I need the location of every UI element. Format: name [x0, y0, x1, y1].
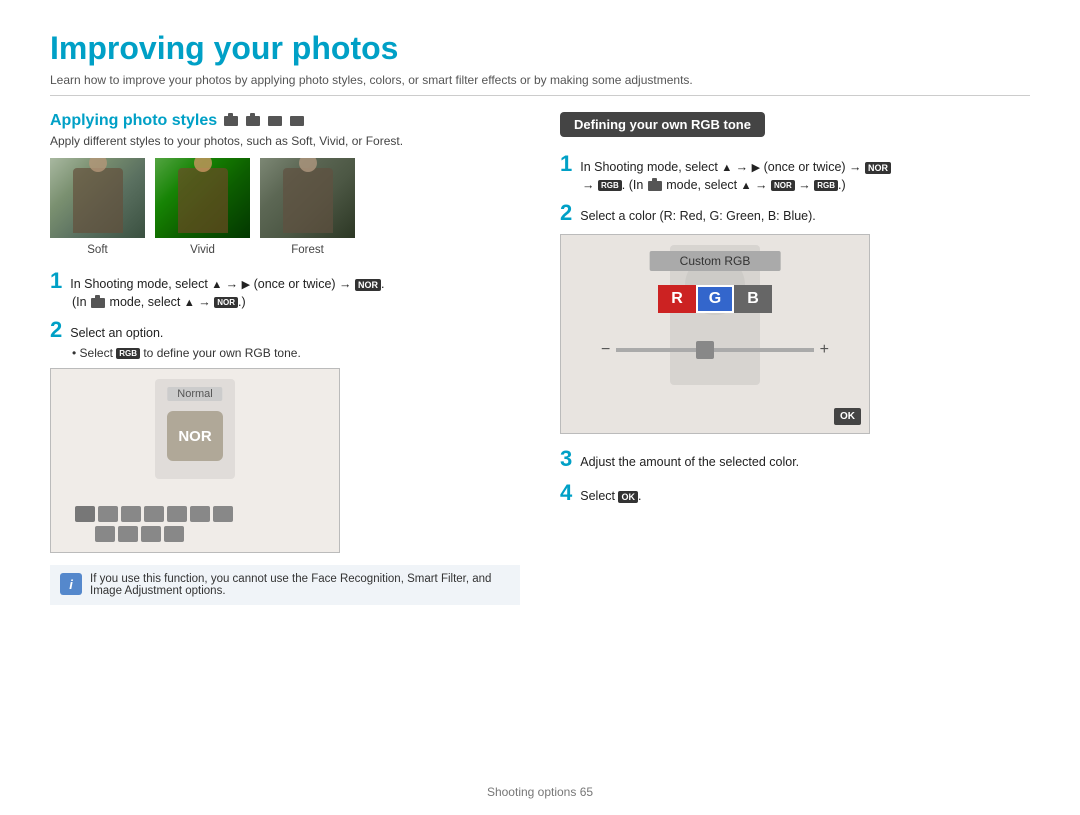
rgb-btn-g[interactable]: G [696, 285, 734, 313]
tray-btn-r3[interactable] [141, 526, 161, 542]
note-text: If you use this function, you cannot use… [90, 573, 510, 597]
step-num-r3: 3 [560, 446, 572, 472]
photo-vivid [155, 158, 250, 238]
tray-back-btn[interactable] [75, 506, 95, 522]
rgb-title-bar: Custom RGB [650, 251, 781, 271]
slider-plus[interactable]: + [820, 341, 829, 359]
rgb-icon-r1: RGB [598, 180, 622, 191]
rgb-icon-r2: RGB [814, 180, 838, 191]
step-num-1: 1 [50, 268, 62, 294]
tray-btn-3[interactable] [144, 506, 164, 522]
tray-btn-r2[interactable] [118, 526, 138, 542]
ok-icon-inline: OK [618, 491, 638, 503]
left-column: Applying photo styles Apply different st… [50, 112, 520, 605]
rgb-header-badge: Defining your own RGB tone [560, 112, 765, 137]
step1r-text: In Shooting mode, select ▲ → ▶ (once or … [580, 160, 891, 174]
cam-icon-inline [91, 298, 105, 308]
note-icon: i [60, 573, 82, 595]
rgb-screen-mockup: Custom RGB R G B − + OK [560, 234, 870, 434]
camera-icon-1 [224, 116, 238, 126]
rgb-slider-thumb[interactable] [696, 341, 714, 359]
step2r-text: Select a color (R: Red, G: Green, B: Blu… [580, 209, 816, 223]
section-title-left: Applying photo styles [50, 112, 520, 130]
step-num-r2: 2 [560, 200, 572, 226]
tray-btn-6[interactable] [213, 506, 233, 522]
person-vivid [178, 168, 228, 233]
step3r-text: Adjust the amount of the selected color. [580, 455, 799, 469]
right-column: Defining your own RGB tone 1 In Shooting… [560, 112, 1030, 605]
rgb-icon-bullet: RGB [116, 348, 140, 359]
icon-tray-row2 [95, 526, 184, 542]
page-subtitle: Learn how to improve your photos by appl… [50, 73, 1030, 87]
step-num-r4: 4 [560, 480, 572, 506]
tripod-icon [268, 116, 282, 126]
camera-icon-2 [246, 116, 260, 126]
label-forest: Forest [260, 244, 355, 256]
slider-minus[interactable]: − [601, 341, 610, 359]
rgb-btn-b[interactable]: B [734, 285, 772, 313]
nor-icon-r2: NOR [771, 180, 795, 191]
video-icon [290, 116, 304, 126]
label-vivid: Vivid [155, 244, 250, 256]
label-soft: Soft [50, 244, 145, 256]
nor-icon-r1: NOR [865, 162, 891, 174]
tray-btn-5[interactable] [190, 506, 210, 522]
bullet-item: Select RGB to define your own RGB tone. [72, 346, 520, 360]
step-num-2: 2 [50, 317, 62, 343]
ok-button[interactable]: OK [834, 408, 861, 425]
rgb-slider-area: − + [601, 335, 829, 365]
nor-icon-2: NOR [214, 297, 238, 308]
footer-page: Shooting options 65 [487, 785, 593, 799]
nor-icon-big: NOR [167, 411, 223, 461]
photo-forest [260, 158, 355, 238]
person-forest [283, 168, 333, 233]
step1-text: In Shooting mode, select ▲ → ▶ (once or … [70, 277, 384, 291]
page-title: Improving your photos [50, 30, 1030, 67]
rgb-buttons-row: R G B [658, 285, 772, 313]
step1r-sub: → RGB. (In mode, select ▲ → NOR → RGB.) [582, 178, 846, 192]
rgb-slider-track[interactable] [616, 348, 813, 352]
section-desc: Apply different styles to your photos, s… [50, 134, 520, 148]
person-soft [73, 168, 123, 233]
photo-soft [50, 158, 145, 238]
step1-sub: (In mode, select ▲ → NOR.) [72, 295, 246, 309]
step3-right: 3 Adjust the amount of the selected colo… [560, 446, 1030, 472]
tray-btn-2[interactable] [121, 506, 141, 522]
tray-btn-r4[interactable] [164, 526, 184, 542]
photo-labels: Soft Vivid Forest [50, 244, 520, 256]
rgb-btn-r[interactable]: R [658, 285, 696, 313]
step2-right: 2 Select a color (R: Red, G: Green, B: B… [560, 200, 1030, 226]
step4r-text: Select OK. [580, 489, 641, 503]
normal-label: Normal [167, 387, 222, 401]
step-num-r1: 1 [560, 151, 572, 177]
step1-left: 1 In Shooting mode, select ▲ → ▶ (once o… [50, 268, 520, 309]
tray-btn-r1[interactable] [95, 526, 115, 542]
note-box: i If you use this function, you cannot u… [50, 565, 520, 605]
screen-mockup-left: Normal NOR [50, 368, 340, 553]
tray-btn-1[interactable] [98, 506, 118, 522]
icon-tray-row1 [75, 506, 233, 522]
nor-icon-1: NOR [355, 279, 381, 291]
step1-right: 1 In Shooting mode, select ▲ → ▶ (once o… [560, 151, 1030, 192]
photo-thumbnails-row [50, 158, 520, 238]
step2-text: Select an option. [70, 326, 163, 340]
step4-right: 4 Select OK. [560, 480, 1030, 506]
cam-icon-r [648, 181, 662, 191]
tray-btn-4[interactable] [167, 506, 187, 522]
step2-left: 2 Select an option. Select RGB to define… [50, 317, 520, 360]
